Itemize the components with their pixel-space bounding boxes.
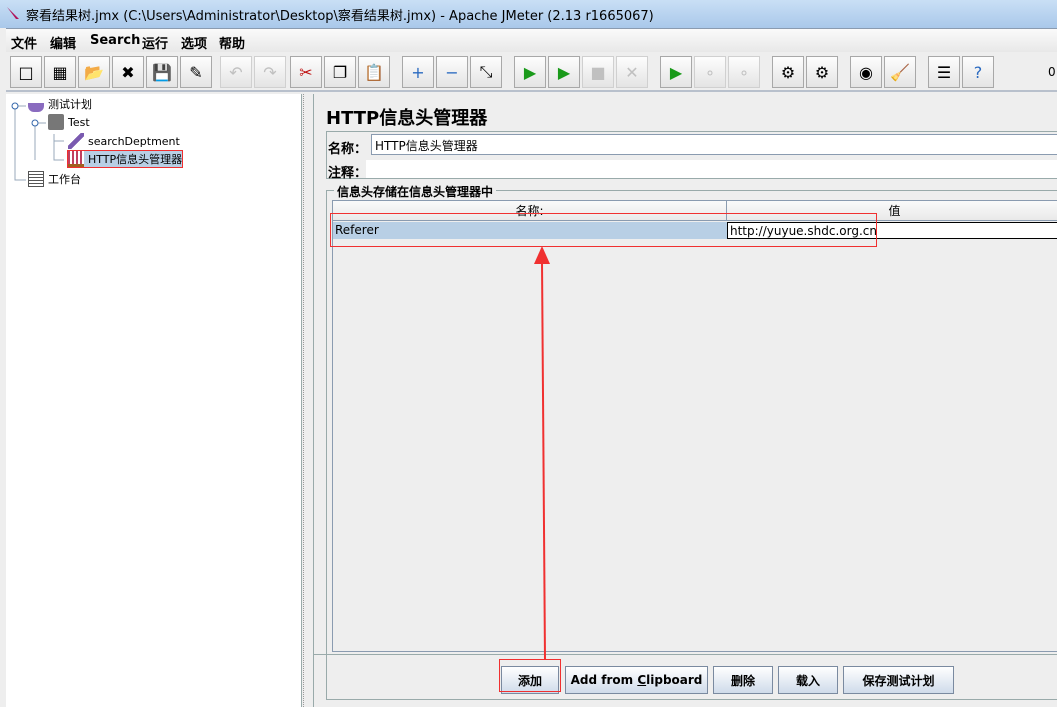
annotation-arrow — [534, 246, 550, 661]
